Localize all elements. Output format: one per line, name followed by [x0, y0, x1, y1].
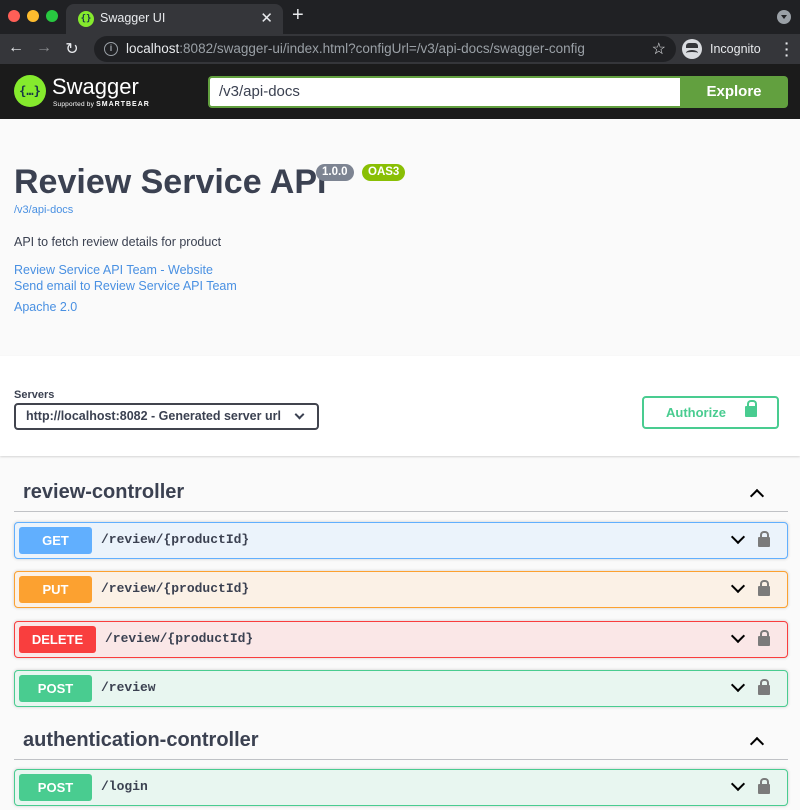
logo-subtitle: Supported by SMARTBEAR [53, 101, 150, 108]
tab-search-icon[interactable] [777, 10, 791, 24]
swagger-topbar: {…} Swagger Supported by SMARTBEAR /v3/a… [0, 64, 800, 119]
api-info: Review Service API 1.0.0 OAS3 /v3/api-do… [0, 119, 800, 356]
browser-toolbar: ← → ↻ i localhost:8082/swagger-ui/index.… [0, 34, 800, 64]
spec-link[interactable]: /v3/api-docs [14, 204, 73, 216]
operation-path: /review/{productId} [105, 631, 254, 646]
lock-icon[interactable] [758, 531, 770, 547]
site-info-icon[interactable]: i [104, 42, 118, 56]
api-description: API to fetch review details for product [14, 235, 222, 249]
reload-icon[interactable]: ↻ [62, 39, 82, 59]
lock-icon[interactable] [758, 778, 770, 794]
website-link[interactable]: Review Service API Team - Website [14, 263, 213, 277]
operation-row[interactable]: DELETE /review/{productId} [14, 621, 788, 658]
forward-arrow-icon[interactable]: → [34, 39, 54, 57]
operation-path: /review [101, 680, 156, 695]
browser-menu-icon[interactable]: · · · [784, 36, 790, 62]
chevron-down-icon[interactable] [730, 628, 746, 644]
tag-name: review-controller [23, 481, 185, 503]
authorize-button[interactable]: Authorize [642, 396, 779, 429]
spec-url-input[interactable]: /v3/api-docs [208, 76, 680, 108]
method-badge: POST [19, 675, 92, 702]
address-bar[interactable]: i localhost:8082/swagger-ui/index.html?c… [94, 36, 676, 62]
logo-text: Swagger [52, 74, 139, 99]
chevron-down-icon[interactable] [730, 578, 746, 594]
tag-review-controller[interactable]: review-controller [14, 474, 788, 512]
lock-icon[interactable] [758, 630, 770, 646]
page-title: Review Service API [14, 163, 327, 201]
lock-icon[interactable] [758, 679, 770, 695]
new-tab-button[interactable]: + [292, 4, 304, 27]
method-badge: GET [19, 527, 92, 554]
operation-path: /review/{productId} [101, 532, 250, 547]
chevron-up-icon[interactable] [749, 488, 765, 504]
method-badge: DELETE [19, 626, 96, 653]
chevron-down-icon[interactable] [730, 776, 746, 792]
browser-tab-bar: {} Swagger UI ✕ + [0, 0, 800, 34]
operation-row[interactable]: POST /login [14, 769, 788, 806]
bookmark-star-icon[interactable]: ☆ [652, 39, 666, 59]
unlock-icon [745, 400, 757, 417]
oas-badge: OAS3 [362, 164, 406, 181]
operation-path: /login [101, 779, 148, 794]
close-window-button[interactable] [8, 10, 20, 22]
method-badge: PUT [19, 576, 92, 603]
tag-name: authentication-controller [23, 729, 259, 751]
chevron-down-icon[interactable] [730, 677, 746, 693]
incognito-icon [682, 39, 702, 59]
tag-authentication-controller[interactable]: authentication-controller [14, 722, 788, 760]
chevron-down-icon[interactable] [730, 529, 746, 545]
operation-path: /review/{productId} [101, 581, 250, 596]
tab-title: Swagger UI [100, 11, 166, 25]
operation-row[interactable]: GET /review/{productId} [14, 522, 788, 559]
email-link[interactable]: Send email to Review Service API Team [14, 279, 237, 293]
chevron-up-icon[interactable] [749, 736, 765, 752]
incognito-label: Incognito [710, 42, 761, 56]
swagger-favicon-icon: {} [78, 11, 94, 27]
url-text[interactable]: localhost:8082/swagger-ui/index.html?con… [126, 41, 585, 56]
maximize-window-button[interactable] [46, 10, 58, 22]
license-link[interactable]: Apache 2.0 [14, 300, 77, 314]
explore-button[interactable]: Explore [680, 76, 788, 108]
servers-section: Servers http://localhost:8082 - Generate… [0, 356, 800, 456]
operation-row[interactable]: PUT /review/{productId} [14, 571, 788, 608]
method-badge: POST [19, 774, 92, 801]
version-badge: 1.0.0 [316, 164, 354, 181]
servers-select[interactable]: http://localhost:8082 - Generated server… [14, 403, 319, 430]
browser-tab[interactable]: {} Swagger UI ✕ [66, 4, 283, 34]
operation-row[interactable]: POST /review [14, 670, 788, 707]
minimize-window-button[interactable] [27, 10, 39, 22]
chevron-down-icon [294, 409, 305, 420]
swagger-logo-icon[interactable]: {…} [14, 75, 46, 107]
back-arrow-icon[interactable]: ← [6, 39, 26, 57]
lock-icon[interactable] [758, 580, 770, 596]
tab-close-icon[interactable]: ✕ [260, 9, 273, 27]
servers-label: Servers [14, 389, 55, 401]
incognito-profile[interactable]: Incognito [682, 38, 772, 60]
